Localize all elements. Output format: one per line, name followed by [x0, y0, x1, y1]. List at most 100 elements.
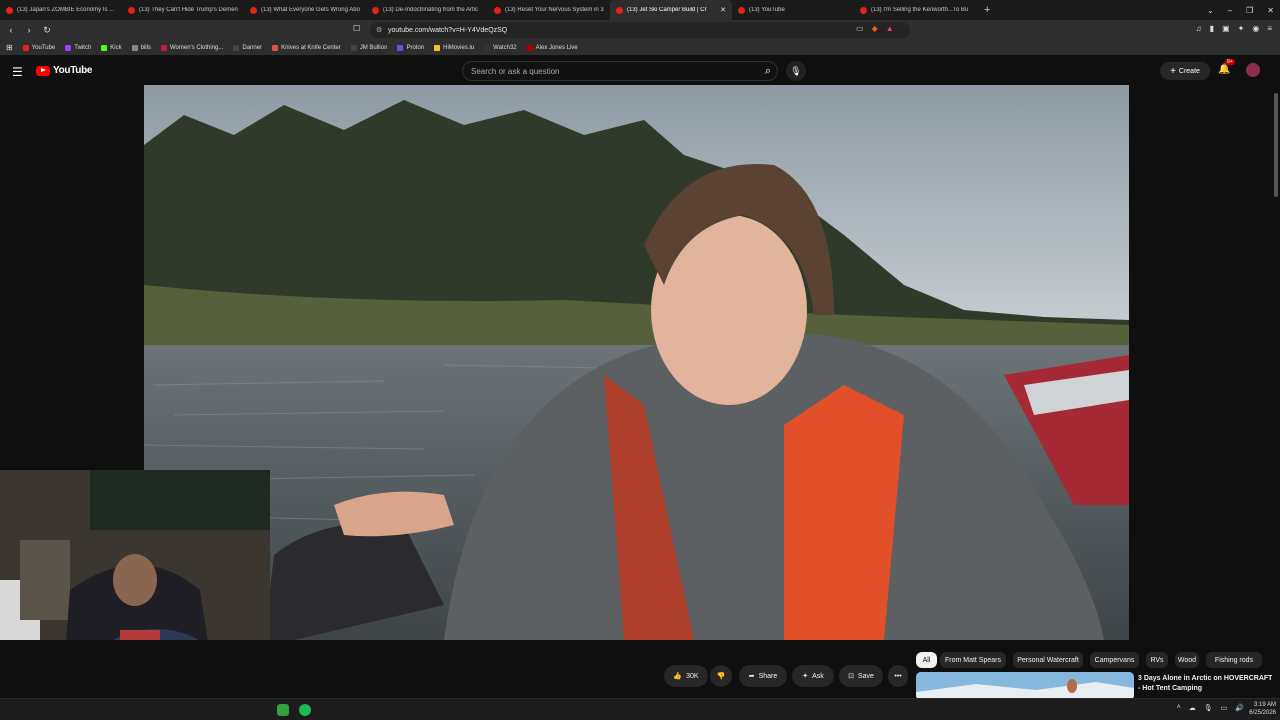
- app-taskbar-icon[interactable]: [277, 704, 289, 716]
- reload-button[interactable]: ↻: [40, 25, 54, 36]
- sparkle-icon: ✦: [802, 673, 809, 680]
- apps-icon[interactable]: ⊞: [6, 43, 13, 52]
- cast-icon[interactable]: ▭: [856, 24, 864, 33]
- forward-button[interactable]: ›: [22, 25, 36, 35]
- scrollbar-thumb[interactable]: [1274, 93, 1278, 197]
- monitor-icon[interactable]: ▭: [1221, 704, 1228, 712]
- search-input[interactable]: Search or ask a question ⌕: [462, 61, 778, 81]
- filter-chip[interactable]: RVs: [1146, 652, 1168, 668]
- bookmark-item[interactable]: bills: [131, 44, 151, 51]
- youtube-favicon-icon: [6, 6, 13, 14]
- save-button[interactable]: ⊡ Save: [839, 665, 883, 687]
- filter-chip[interactable]: Personal Watercraft: [1013, 652, 1083, 668]
- youtube-favicon-icon: [494, 6, 501, 14]
- tab-close-icon[interactable]: ✕: [720, 6, 726, 14]
- bookmark-item[interactable]: Watch32: [484, 44, 517, 51]
- cloud-icon[interactable]: ☁: [1189, 704, 1196, 712]
- browser-tab[interactable]: (13) I'm Selling the Kenworth...To Bu: [854, 0, 976, 20]
- brave-shield-icon[interactable]: ◆: [872, 24, 878, 33]
- bookmark-label: Women's Clothing...: [169, 44, 224, 51]
- microphone-icon[interactable]: 🎙: [1204, 704, 1213, 712]
- ask-button[interactable]: ✦ Ask: [792, 665, 834, 687]
- browser-tab[interactable]: (13) De-Indoctrinating from the Artic: [366, 0, 488, 20]
- create-button[interactable]: + Create: [1160, 62, 1210, 80]
- browser-tab[interactable]: (13) YouTube: [732, 0, 854, 20]
- minimize-button[interactable]: –: [1228, 6, 1232, 15]
- video-player[interactable]: [144, 85, 1129, 640]
- share-button[interactable]: ➦ Share: [739, 665, 787, 687]
- browser-tab[interactable]: (13) They Can't Hide Trump's Demen: [122, 0, 244, 20]
- bookmark-item[interactable]: Women's Clothing...: [160, 44, 224, 51]
- like-count: 30K: [686, 672, 699, 680]
- bookmark-item[interactable]: YouTube: [22, 44, 56, 51]
- url-field[interactable]: ⚙ youtube.com/watch?v=H-Y4VdeQzSQ: [370, 22, 910, 38]
- site-info-icon[interactable]: ⚙: [376, 26, 382, 34]
- tab-list: (13) Japan's ZOMBIE Economy Is Abo (13) T…: [0, 0, 976, 20]
- bookmark-item[interactable]: Twitch: [65, 44, 91, 51]
- menu-icon[interactable]: ≡: [1267, 24, 1272, 33]
- youtube-logo[interactable]: YouTube: [36, 65, 93, 76]
- close-window-button[interactable]: ✕: [1267, 6, 1274, 15]
- volume-icon[interactable]: 🔊: [1235, 704, 1244, 712]
- notification-badge: 9+: [1225, 59, 1235, 65]
- tray-chevron-icon[interactable]: ˄: [1177, 704, 1181, 712]
- browser-tab[interactable]: (13) What Everyone Gets Wrong Abo: [244, 0, 366, 20]
- recommendation-title[interactable]: 3 Days Alone in Arctic on HOVERCRAFT - H…: [1138, 674, 1274, 693]
- filter-chip[interactable]: Campervans: [1090, 652, 1139, 668]
- notifications-bell-icon[interactable]: 🔔: [1218, 64, 1230, 75]
- bookmark-item[interactable]: Alex Jones Live: [526, 44, 578, 51]
- youtube-favicon-icon: [860, 6, 867, 14]
- spotify-icon[interactable]: [299, 704, 311, 716]
- media-icon[interactable]: ♫: [1196, 24, 1202, 33]
- bookmark-favicon-icon: [434, 44, 441, 51]
- bookmark-favicon-icon: [22, 44, 29, 51]
- account-avatar[interactable]: [1246, 63, 1260, 77]
- bookmark-item[interactable]: Danner: [233, 44, 262, 51]
- browser-tab[interactable]: (13) Japan's ZOMBIE Economy Is Abo: [0, 0, 122, 20]
- clock-time: 3:19 AM: [1253, 702, 1276, 708]
- dislike-button[interactable]: 👎: [710, 665, 732, 687]
- maximize-button[interactable]: ❐: [1246, 6, 1253, 15]
- like-button[interactable]: 👍 30K: [664, 665, 708, 687]
- voice-search-icon[interactable]: 🎙: [786, 61, 806, 81]
- bookmark-item[interactable]: Knives at Knife Center: [272, 44, 341, 51]
- browser-tab[interactable]: (13) Jet Ski Camper Build | Cr ✕: [610, 0, 732, 20]
- bookmark-favicon-icon: [65, 44, 72, 51]
- bookmark-label: Kick: [110, 44, 122, 51]
- recommendation-thumbnail[interactable]: [916, 672, 1134, 700]
- filter-chip[interactable]: Wood: [1175, 652, 1199, 668]
- page-scrollbar[interactable]: [1272, 85, 1280, 698]
- youtube-favicon-icon: [616, 6, 623, 14]
- browser-tab[interactable]: (13) Reset Your Nervous System in 3: [488, 0, 610, 20]
- more-actions-button[interactable]: •••: [888, 665, 908, 687]
- back-button[interactable]: ‹: [4, 25, 18, 35]
- filter-chip[interactable]: From Matt Spears: [940, 652, 1006, 668]
- create-label: Create: [1178, 67, 1200, 75]
- bookmark-item[interactable]: Proton: [397, 44, 424, 51]
- bookmark-favicon-icon: [101, 44, 108, 51]
- tab-search-icon[interactable]: ⌄: [1207, 6, 1214, 15]
- bookmark-item[interactable]: Kick: [101, 44, 122, 51]
- sidebar-icon[interactable]: ▮: [1210, 24, 1214, 33]
- taskbar-clock[interactable]: 3:19 AM 6/25/2026: [1249, 701, 1276, 717]
- brave-rewards-icon[interactable]: ▲: [886, 24, 894, 33]
- filter-chip[interactable]: All: [916, 652, 937, 668]
- new-tab-button[interactable]: +: [976, 4, 998, 16]
- youtube-favicon-icon: [738, 6, 745, 14]
- thumbnail-image: [916, 672, 1134, 700]
- bookmark-item[interactable]: JM Bullion: [350, 44, 387, 51]
- save-label: Save: [857, 672, 874, 680]
- tab-title: (13) What Everyone Gets Wrong Abo: [261, 7, 360, 13]
- bookmark-label: YouTube: [31, 44, 56, 51]
- bookmark-item[interactable]: HiMovies.lu: [434, 44, 474, 51]
- search-icon[interactable]: ⌕: [765, 65, 771, 78]
- filter-chip[interactable]: Fishing rods: [1206, 652, 1262, 668]
- guide-menu-icon[interactable]: ☰: [12, 65, 23, 79]
- bookmark-icon[interactable]: ☐: [353, 24, 360, 33]
- share-label: Share: [758, 672, 778, 680]
- vpn-icon[interactable]: ◉: [1252, 24, 1259, 33]
- extensions-icon[interactable]: ✦: [1238, 24, 1245, 33]
- wallet-icon[interactable]: ▣: [1222, 24, 1230, 33]
- bookmark-label: Watch32: [493, 44, 517, 51]
- bookmark-favicon-icon: [131, 44, 138, 51]
